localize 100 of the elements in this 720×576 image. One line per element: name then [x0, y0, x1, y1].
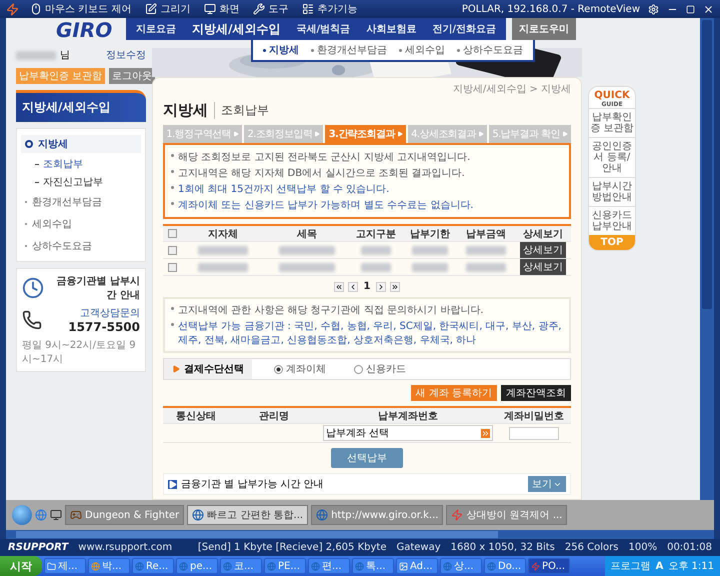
- checkbox[interactable]: [168, 246, 176, 254]
- nav-item[interactable]: 사회보험료: [360, 22, 422, 36]
- bullet-icon: [171, 202, 174, 205]
- scrollbar[interactable]: [700, 18, 714, 500]
- redacted-text: [361, 246, 391, 254]
- notice-text: 고지내역은 해당 지자체 DB에서 실시간으로 조회된 결과입니다.: [171, 166, 563, 180]
- column-header: 납부기한: [409, 228, 451, 240]
- globe-icon: [192, 509, 204, 521]
- taskbar-button[interactable]: Ad...: [396, 558, 438, 574]
- clock-icon: [22, 277, 44, 299]
- redacted-text: [279, 262, 335, 272]
- arrow-icon: [478, 131, 484, 137]
- next-page-button[interactable]: [376, 282, 386, 292]
- bullet-icon: [171, 186, 174, 189]
- redacted-text: [16, 50, 56, 60]
- monitor-icon: [50, 509, 62, 521]
- last-page-button[interactable]: [390, 282, 400, 292]
- start-orb[interactable]: [12, 505, 32, 525]
- password-field[interactable]: [509, 426, 559, 440]
- taskbar-button[interactable]: Re...: [132, 558, 174, 574]
- taskbar-button[interactable]: 제...: [44, 558, 86, 574]
- checkbox[interactable]: [168, 229, 176, 238]
- arrow-icon: [232, 131, 239, 137]
- column-header: 납부금액: [465, 228, 507, 240]
- bullet-icon: [311, 48, 314, 52]
- detail-button[interactable]: 상세보기: [520, 259, 566, 275]
- sidebar-item[interactable]: 환경개선부담금: [21, 193, 141, 211]
- list-icon: [302, 3, 314, 15]
- submenu-item[interactable]: 상하수도요금: [457, 43, 523, 57]
- quick-title: QUICK: [594, 90, 630, 101]
- globe-icon: [311, 562, 320, 570]
- sidebar-item[interactable]: 상하수도요금: [21, 237, 141, 255]
- taskbar-button[interactable]: Do...: [484, 558, 526, 574]
- note-text: 선택납부 가능 금융기관 : 국민, 수협, 농협, 우리, SC제일, 한국씨티, 대구, 부산, 광주, 제주, 전북, 새마을금고, 신용협동조합, 상호저축은행, 우체국, 하나: [171, 319, 563, 347]
- bullet-icon: [399, 48, 402, 52]
- close-button[interactable]: [703, 4, 714, 14]
- column-header: 지자체: [207, 228, 239, 240]
- toolbar-button[interactable]: 추가기능: [299, 2, 360, 16]
- play-icon: [168, 480, 177, 488]
- window-title: POLLAR, 192.168.0.7 - RemoteView: [462, 4, 640, 14]
- edit-link[interactable]: 정보수정: [106, 48, 146, 62]
- taskbar-button[interactable]: 빠르고 간편한 통합...: [187, 505, 308, 525]
- start-button[interactable]: 시작: [0, 556, 42, 576]
- account-select[interactable]: 납부계좌 선택: [323, 425, 493, 441]
- payment-label: 결제수단선택: [164, 359, 252, 379]
- checkbox[interactable]: [168, 262, 176, 272]
- prev-page-button[interactable]: [348, 282, 358, 292]
- taskbar-button[interactable]: 상...: [440, 558, 482, 574]
- image-icon: [399, 562, 408, 570]
- payment-radio[interactable]: 계좌이체: [268, 361, 332, 377]
- taskbar-button[interactable]: 톡...: [352, 558, 394, 574]
- lightning-icon: [531, 562, 540, 570]
- globe-icon: [487, 562, 496, 570]
- helper-button[interactable]: 지로도우미: [512, 18, 576, 40]
- bullet-icon: [171, 154, 174, 157]
- tray-label: 프로그램: [610, 560, 651, 573]
- taskbar-button[interactable]: PO...: [528, 558, 570, 574]
- scrollbar[interactable]: [6, 530, 714, 539]
- account-button[interactable]: 계좌잔액조회: [501, 385, 571, 401]
- nav-item[interactable]: 지방세/세외수입: [186, 20, 287, 38]
- submenu-item[interactable]: 환경개선부담금: [311, 43, 387, 57]
- sidebar-item[interactable]: 세외수입: [21, 215, 141, 233]
- page-number[interactable]: 1: [362, 281, 372, 292]
- toolbar-button[interactable]: 그리기: [142, 2, 194, 16]
- taskbar-button[interactable]: 편...: [308, 558, 350, 574]
- taskbar-button[interactable]: pe...: [176, 558, 218, 574]
- quick-link[interactable]: 공인인증서 등록/안내: [589, 137, 635, 177]
- info-title: 금융기관별 납부시간 안내: [56, 275, 140, 302]
- sidebar-title: 지방세/세외수입: [16, 90, 146, 122]
- status-zoom: 100%: [628, 542, 658, 553]
- redacted-text: [466, 246, 506, 254]
- nav-item[interactable]: 국세/범칙금: [290, 22, 356, 36]
- close-icon: [703, 4, 714, 14]
- taskbar-button[interactable]: PE...: [264, 558, 306, 574]
- sidebar-item[interactable]: 지방세: [21, 135, 141, 153]
- submenu-item[interactable]: 세외수입: [399, 43, 445, 57]
- nav-item[interactable]: 전기/전화요금: [426, 22, 502, 36]
- first-page-button[interactable]: [334, 282, 344, 292]
- nav-item[interactable]: 지로요금: [130, 22, 182, 36]
- taskbar-button[interactable]: 코...: [220, 558, 262, 574]
- page-title: 지방세: [163, 101, 208, 120]
- play-icon: [172, 365, 180, 373]
- quick-link[interactable]: 납부확인증 보관함: [589, 108, 635, 137]
- maximize-button[interactable]: [686, 4, 695, 14]
- quick-link[interactable]: 납부시간 방법안내: [589, 177, 635, 206]
- logout-button[interactable]: 로그아웃: [109, 68, 156, 84]
- sidebar-subitem[interactable]: 조회납부: [21, 157, 141, 171]
- toolbar-button[interactable]: 도구: [250, 2, 292, 16]
- submenu-item[interactable]: 지방세: [263, 43, 299, 57]
- sidebar-subitem[interactable]: 자진신고납부: [21, 175, 141, 189]
- phone-icon: [22, 310, 42, 330]
- toolbar-button[interactable]: 마우스 키보드 제어: [27, 2, 134, 16]
- detail-button[interactable]: 상세보기: [520, 242, 566, 258]
- notice-text: 1회에 최대 15건까지 선택납부 할 수 있습니다.: [171, 182, 563, 196]
- bullet-icon: [457, 48, 460, 52]
- toolbar-button[interactable]: 화면: [201, 2, 242, 16]
- footer-text: 금융기관 별 납부가능 시간 안내: [181, 478, 324, 491]
- wrench-icon: [253, 3, 266, 15]
- taskbar-button[interactable]: 박...: [88, 558, 130, 574]
- payment-radio[interactable]: 신용카드: [348, 361, 412, 377]
